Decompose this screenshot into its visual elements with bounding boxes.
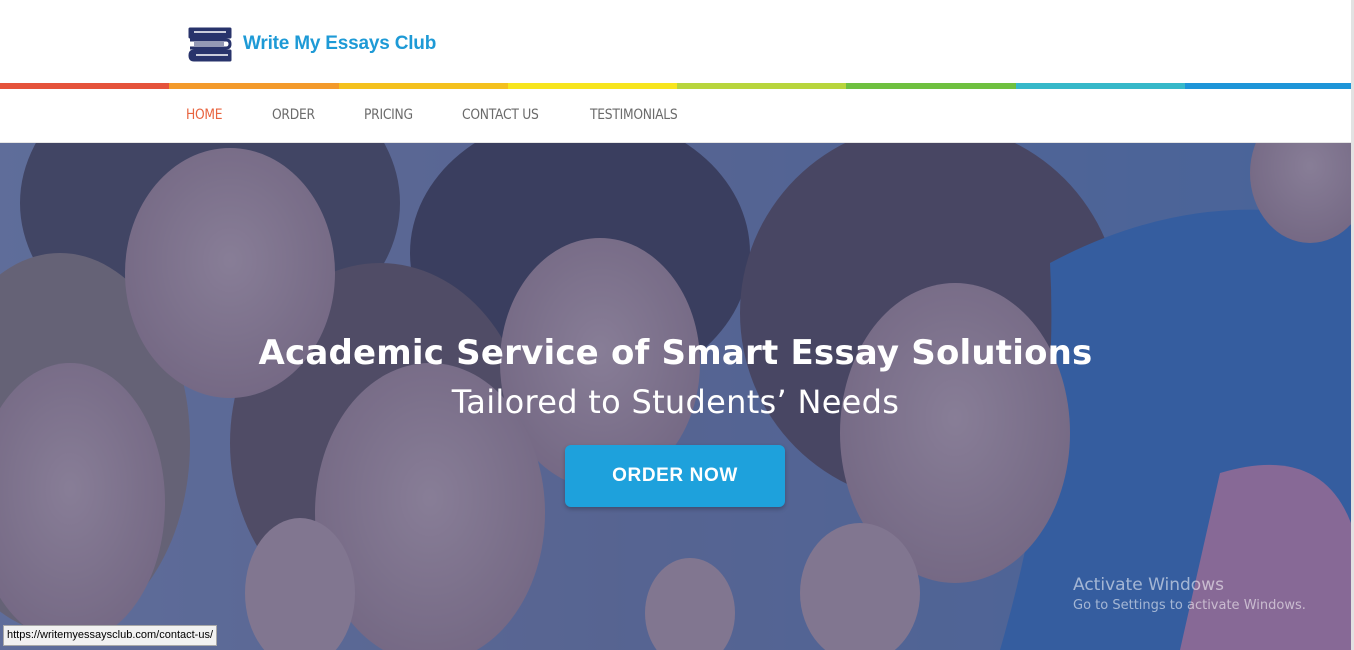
order-now-button[interactable]: ORDER NOW	[565, 445, 785, 507]
logo-text: Write My Essays Club	[243, 33, 437, 54]
hero-subtitle: Tailored to Students’ Needs	[451, 383, 900, 421]
nav-item-contact-us[interactable]: CONTACT US	[462, 107, 539, 123]
hero-banner: Academic Service of Smart Essay Solution…	[0, 143, 1351, 650]
nav-item-home[interactable]: HOME	[186, 107, 223, 123]
nav-item-testimonials[interactable]: TESTIMONIALS	[590, 107, 678, 123]
nav-item-pricing[interactable]: PRICING	[364, 107, 413, 123]
site-logo[interactable]: Write My Essays Club	[186, 25, 436, 63]
status-bar-url: https://writemyessaysclub.com/contact-us…	[3, 625, 218, 646]
site-header: Write My Essays Club	[0, 0, 1354, 83]
activate-windows-watermark: Activate Windows Go to Settings to activ…	[1073, 575, 1306, 613]
watermark-title: Activate Windows	[1073, 575, 1224, 595]
watermark-subtitle: Go to Settings to activate Windows.	[1073, 598, 1306, 613]
books-stack-icon	[188, 27, 232, 62]
main-nav: HOME ORDER PRICING CONTACT US TESTIMONIA…	[0, 89, 1351, 143]
hero-title: Academic Service of Smart Essay Solution…	[258, 333, 1093, 373]
nav-item-order[interactable]: ORDER	[272, 107, 315, 123]
